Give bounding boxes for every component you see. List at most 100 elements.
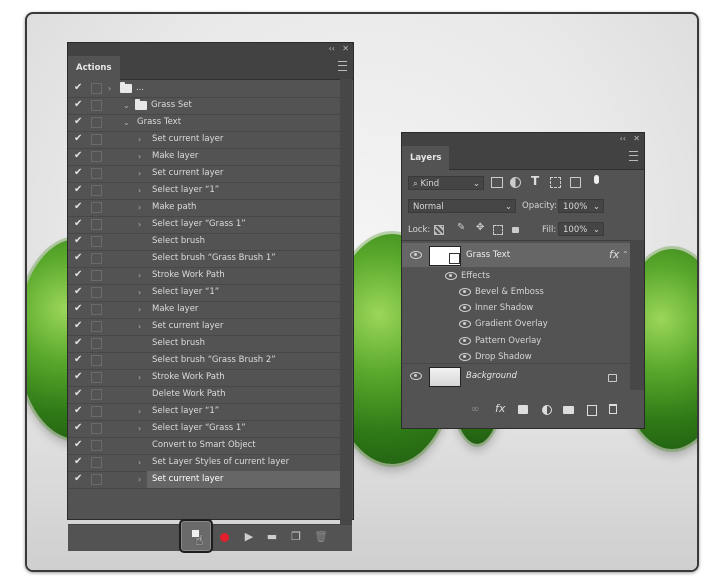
action-row[interactable]: ✔ › Set Layer Styles of current layer (68, 454, 340, 472)
chevron-right-icon[interactable]: › (138, 301, 141, 318)
check-icon[interactable]: ✔ (74, 387, 86, 401)
panel-menu-icon[interactable] (338, 61, 347, 71)
chevron-right-icon[interactable]: › (138, 267, 141, 284)
chevron-right-icon[interactable]: › (138, 148, 141, 165)
action-row[interactable]: ✔ ›... (68, 80, 340, 98)
effect-row[interactable]: Gradient Overlay (402, 316, 630, 332)
panel-menu-icon[interactable] (629, 151, 638, 161)
chevron-up-icon[interactable]: ⌃ (622, 243, 629, 267)
action-row[interactable]: ✔ ⌄ Grass Set (68, 97, 340, 115)
action-row[interactable]: ✔ › Set current layer (68, 131, 340, 149)
check-icon[interactable]: ✔ (74, 183, 86, 197)
action-row[interactable]: ✔ › Set current layer (68, 318, 340, 336)
dialog-toggle-box[interactable] (91, 338, 102, 349)
action-row[interactable]: ✔ Select brush “Grass Brush 1” (68, 250, 340, 268)
adjustment-icon[interactable] (542, 405, 552, 415)
check-icon[interactable]: ✔ (74, 370, 86, 384)
action-row[interactable]: ✔ › Select layer “1” (68, 403, 340, 421)
filter-shape-icon[interactable] (550, 177, 561, 188)
dialog-toggle-box[interactable] (91, 202, 102, 213)
dialog-toggle-box[interactable] (91, 287, 102, 298)
dialog-toggle-box[interactable] (91, 253, 102, 264)
chevron-right-icon[interactable]: › (138, 471, 141, 488)
dialog-toggle-box[interactable] (91, 219, 102, 230)
filter-image-icon[interactable] (491, 177, 503, 188)
fx-button[interactable]: fx (495, 402, 505, 415)
mask-icon[interactable] (518, 405, 528, 414)
new-layer-icon[interactable] (587, 405, 597, 416)
visibility-eye-icon[interactable] (410, 251, 422, 259)
dialog-toggle-box[interactable] (91, 117, 102, 128)
action-row[interactable]: ✔ › Set current layer (68, 471, 340, 489)
actions-scrollbar[interactable] (340, 79, 352, 524)
layers-panel-titlebar[interactable]: ‹‹ ✕ (402, 133, 644, 145)
filter-kind-dropdown[interactable]: ⌕ Kind ⌄ (408, 176, 484, 190)
opacity-field[interactable]: 100% ⌄ (558, 199, 604, 213)
folder-icon[interactable]: ▬ (265, 531, 279, 543)
chevron-right-icon[interactable]: › (138, 199, 141, 216)
check-icon[interactable]: ✔ (74, 234, 86, 248)
check-icon[interactable]: ✔ (74, 268, 86, 282)
action-row[interactable]: ✔ › Select layer “Grass 1” (68, 420, 340, 438)
dialog-toggle-box[interactable] (91, 185, 102, 196)
check-icon[interactable]: ✔ (74, 319, 86, 333)
layers-scrollbar[interactable] (630, 240, 644, 390)
action-row[interactable]: ✔ › Select layer “Grass 1” (68, 216, 340, 234)
lock-transparent-icon[interactable] (434, 225, 444, 235)
fx-badge[interactable]: fx (609, 243, 619, 267)
chevron-right-icon[interactable]: › (138, 131, 141, 148)
check-icon[interactable]: ✔ (74, 455, 86, 469)
filter-toggle-icon[interactable] (594, 175, 599, 184)
visibility-eye-icon[interactable] (445, 272, 457, 280)
chevron-right-icon[interactable]: › (138, 420, 141, 437)
effect-row[interactable]: Pattern Overlay (402, 333, 630, 349)
tab-layers[interactable]: Layers (402, 146, 450, 170)
chevron-right-icon[interactable]: › (138, 216, 141, 233)
dialog-toggle-box[interactable] (91, 236, 102, 247)
close-icon[interactable]: ✕ (633, 133, 640, 145)
link-icon[interactable]: ∞ (471, 404, 479, 415)
group-folder-icon[interactable] (563, 406, 574, 414)
dialog-toggle-box[interactable] (91, 168, 102, 179)
lock-move-icon[interactable]: ✥ (476, 222, 484, 233)
visibility-eye-icon[interactable] (459, 288, 471, 296)
check-icon[interactable]: ✔ (74, 115, 86, 129)
chevron-right-icon[interactable]: › (138, 318, 141, 335)
dialog-toggle-box[interactable] (91, 151, 102, 162)
blend-mode-dropdown[interactable]: Normal ⌄ (408, 199, 516, 213)
dialog-toggle-box[interactable] (91, 83, 102, 94)
action-row[interactable]: ✔ › Stroke Work Path (68, 267, 340, 285)
check-icon[interactable]: ✔ (74, 438, 86, 452)
trash-icon[interactable] (609, 404, 617, 414)
new-action-icon[interactable]: ❐ (289, 531, 303, 543)
filter-type-icon[interactable]: T (531, 174, 539, 188)
stop-button[interactable]: ☝ (179, 519, 213, 553)
dialog-toggle-box[interactable] (91, 457, 102, 468)
check-icon[interactable]: ✔ (74, 404, 86, 418)
chevron-right-icon[interactable]: › (138, 454, 141, 471)
check-icon[interactable]: ✔ (74, 149, 86, 163)
visibility-eye-icon[interactable] (459, 304, 471, 313)
dialog-toggle-box[interactable] (91, 134, 102, 145)
record-button[interactable] (220, 533, 229, 542)
check-icon[interactable]: ✔ (74, 98, 86, 112)
effect-row[interactable]: Inner Shadow (402, 300, 630, 316)
chevron-right-icon[interactable]: › (138, 182, 141, 199)
dialog-toggle-box[interactable] (91, 270, 102, 281)
action-row[interactable]: ✔ › Stroke Work Path (68, 369, 340, 387)
check-icon[interactable]: ✔ (74, 421, 86, 435)
dialog-toggle-box[interactable] (91, 440, 102, 451)
dialog-toggle-box[interactable] (91, 321, 102, 332)
fill-field[interactable]: 100% ⌄ (558, 222, 604, 236)
visibility-eye-icon[interactable] (459, 352, 471, 361)
dialog-toggle-box[interactable] (91, 355, 102, 366)
layer-row-grass-text[interactable]: Grass Text fx ⌃ (402, 243, 630, 267)
dialog-toggle-box[interactable] (91, 389, 102, 400)
check-icon[interactable]: ✔ (74, 472, 86, 486)
action-row[interactable]: ✔ Select brush “Grass Brush 2” (68, 352, 340, 370)
check-icon[interactable]: ✔ (74, 336, 86, 350)
check-icon[interactable]: ✔ (74, 166, 86, 180)
action-row[interactable]: ✔ Delete Work Path (68, 386, 340, 404)
action-row[interactable]: ✔ › Select layer “1” (68, 284, 340, 302)
chevron-right-icon[interactable]: › (108, 80, 111, 97)
